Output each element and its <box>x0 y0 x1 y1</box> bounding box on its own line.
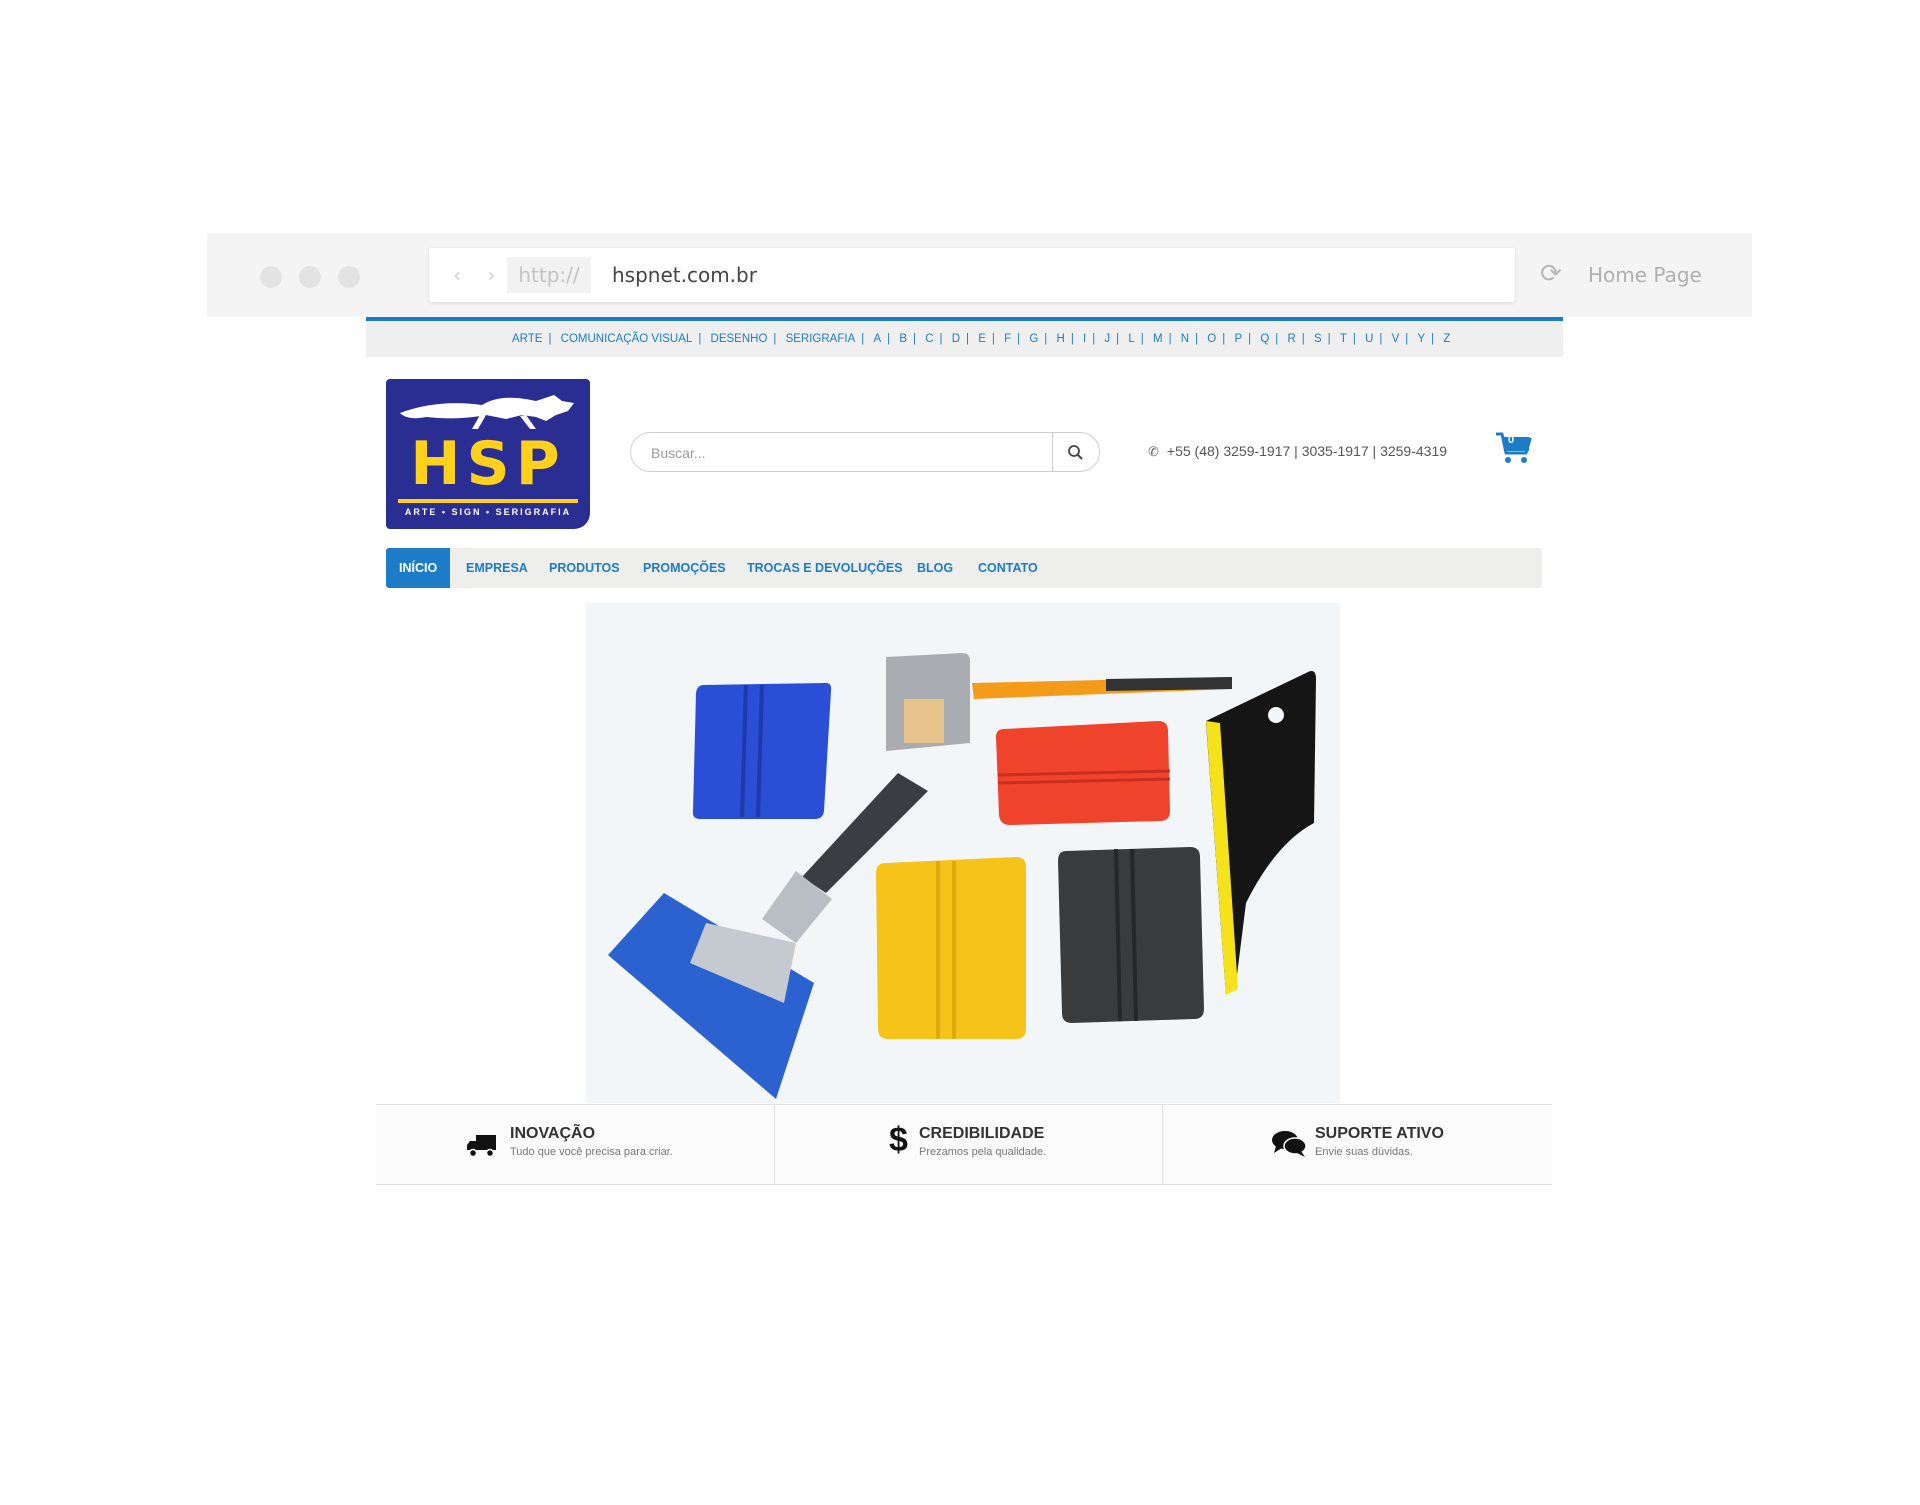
minimize-dot[interactable] <box>299 266 321 288</box>
letter-link[interactable]: N <box>1181 333 1189 345</box>
home-page-link[interactable]: Home Page <box>1588 263 1702 287</box>
phone-icon: ✆ <box>1148 445 1159 460</box>
letter-link[interactable]: A <box>873 333 881 345</box>
logo-wordmark: HSP <box>410 429 566 499</box>
nav-blog[interactable]: BLOG <box>917 548 953 588</box>
letter-link[interactable]: P <box>1234 333 1242 345</box>
letter-link[interactable]: E <box>978 333 986 345</box>
squeegee-tools-illustration <box>586 603 1340 1103</box>
browser-window-chrome: ‹ › http:// hspnet.com.br ⟳ Home Page <box>207 233 1752 317</box>
hsp-logo[interactable]: HSP ARTE • SIGN • SERIGRAFIA <box>386 379 590 529</box>
url-protocol: http:// <box>507 257 591 293</box>
letter-link[interactable]: Z <box>1443 333 1450 345</box>
shopping-cart-button[interactable]: 0 <box>1494 431 1534 467</box>
maximize-dot[interactable] <box>338 266 360 288</box>
window-controls <box>260 266 360 288</box>
letter-link[interactable]: D <box>952 333 960 345</box>
feature-suporte-ativo: SUPORTE ATIVO Envie suas dúvidas. <box>1162 1105 1552 1184</box>
letter-link[interactable]: R <box>1287 333 1295 345</box>
letter-link[interactable]: U <box>1365 333 1373 345</box>
address-bar[interactable]: ‹ › http:// hspnet.com.br <box>429 248 1515 302</box>
letter-link[interactable]: Q <box>1260 333 1269 345</box>
letter-link[interactable]: B <box>899 333 907 345</box>
nav-produtos[interactable]: PRODUTOS <box>549 548 620 588</box>
category-alphabet-menu: ARTE | COMUNICAÇÃO VISUAL | DESENHO | SERIG… <box>512 333 1451 345</box>
letter-link[interactable]: C <box>925 333 933 345</box>
website: ARTE | COMUNICAÇÃO VISUAL | DESENHO | SERIG… <box>366 317 1563 1185</box>
url-text[interactable]: hspnet.com.br <box>612 248 757 302</box>
nav-empresa[interactable]: EMPRESA <box>466 548 528 588</box>
feature-subtitle: Tudo que você precisa para criar. <box>510 1146 673 1158</box>
search-icon <box>1068 445 1083 460</box>
top-menu-item[interactable]: ARTE <box>512 333 542 345</box>
letter-link[interactable]: Y <box>1418 333 1426 345</box>
letter-link[interactable]: O <box>1207 333 1216 345</box>
feature-subtitle: Prezamos pela qualidade. <box>919 1146 1047 1158</box>
features-bar: INOVAÇÃO Tudo que você precisa para cria… <box>376 1104 1552 1185</box>
nav-promocoes[interactable]: PROMOÇÕES <box>643 548 726 588</box>
main-navigation: INÍCIO EMPRESA PRODUTOS PROMOÇÕES TROCAS… <box>386 548 1542 588</box>
truck-icon <box>467 1135 496 1158</box>
search-button[interactable] <box>1052 433 1099 471</box>
top-category-strip: ARTE | COMUNICAÇÃO VISUAL | DESENHO | SERIG… <box>366 317 1563 357</box>
top-menu-item[interactable]: COMUNICAÇÃO VISUAL <box>561 333 693 345</box>
letter-link[interactable]: F <box>1004 333 1011 345</box>
logo-underline <box>398 499 578 503</box>
letter-link[interactable]: T <box>1340 333 1347 345</box>
reload-icon[interactable]: ⟳ <box>1540 259 1562 289</box>
logo-tagline: ARTE • SIGN • SERIGRAFIA <box>404 507 572 517</box>
search-box <box>630 432 1100 472</box>
nav-inicio[interactable]: INÍCIO <box>386 548 451 588</box>
phone-numbers: +55 (48) 3259-1917 | 3035-1917 | 3259-43… <box>1166 443 1448 459</box>
cart-count-badge: 0 <box>1508 434 1515 446</box>
letter-link[interactable]: M <box>1153 333 1163 345</box>
dollar-icon: $ <box>889 1121 908 1159</box>
letter-link[interactable]: S <box>1314 333 1322 345</box>
lion-emblem-icon <box>400 395 574 429</box>
letter-link[interactable]: H <box>1057 333 1065 345</box>
letter-link[interactable]: J <box>1104 333 1110 345</box>
feature-title: INOVAÇÃO <box>510 1125 596 1142</box>
letter-link[interactable]: I <box>1083 333 1086 345</box>
feature-subtitle: Envie suas dúvidas. <box>1315 1146 1413 1158</box>
back-forward-arrows-icon[interactable]: ‹ › <box>453 263 505 287</box>
hero-banner-image[interactable] <box>586 603 1340 1103</box>
top-menu-item[interactable]: DESENHO <box>711 333 768 345</box>
nav-contato[interactable]: CONTATO <box>978 548 1038 588</box>
feature-credibilidade: $ CREDIBILIDADE Prezamos pela qualidade. <box>774 1105 1163 1184</box>
chat-bubbles-icon <box>1272 1131 1307 1157</box>
feature-inovacao: INOVAÇÃO Tudo que você precisa para cria… <box>376 1105 774 1184</box>
search-input[interactable] <box>649 441 1033 465</box>
nav-trocas-devolucoes[interactable]: TROCAS E DEVOLUÇÕES <box>747 548 903 588</box>
letter-link[interactable]: V <box>1392 333 1400 345</box>
contact-phone: ✆ +55 (48) 3259-1917 | 3035-1917 | 3259-4… <box>1148 443 1447 460</box>
top-menu-item[interactable]: SERIGRAFIA <box>786 333 856 345</box>
letter-link[interactable]: G <box>1029 333 1038 345</box>
letter-link[interactable]: L <box>1128 333 1134 345</box>
feature-title: CREDIBILIDADE <box>919 1125 1045 1142</box>
close-dot[interactable] <box>260 266 282 288</box>
feature-title: SUPORTE ATIVO <box>1315 1125 1444 1142</box>
